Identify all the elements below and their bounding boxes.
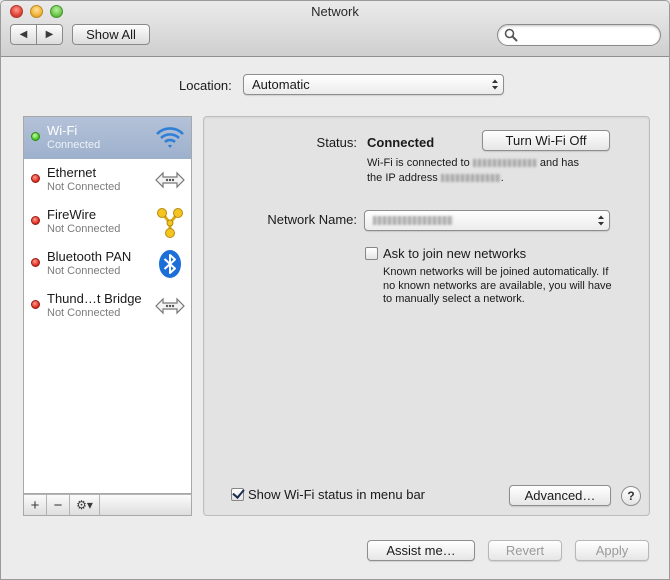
forward-button[interactable]: ▶ <box>37 25 62 44</box>
show-wifi-status-label: Show Wi-Fi status in menu bar <box>248 487 426 502</box>
service-status: Not Connected <box>47 265 121 277</box>
back-forward-control: ◀ ▶ <box>10 24 63 45</box>
service-item-firewire[interactable]: FireWire Not Connected <box>24 201 191 243</box>
service-list: Wi-Fi Connected Ethernet Not Connected F… <box>23 116 192 494</box>
turn-wifi-off-button[interactable]: Turn Wi-Fi Off <box>482 130 610 151</box>
status-value: Connected <box>367 135 435 150</box>
redacted-ip-address <box>440 174 501 183</box>
status-label: Status: <box>316 135 357 150</box>
service-item-bluetooth-pan[interactable]: Bluetooth PAN Not Connected <box>24 243 191 285</box>
show-all-button[interactable]: Show All <box>72 24 150 45</box>
service-status: Connected <box>47 139 101 151</box>
assist-me-button[interactable]: Assist me… <box>367 540 475 561</box>
popup-arrows-icon <box>598 215 604 226</box>
window-title: Network <box>311 4 359 19</box>
back-button[interactable]: ◀ <box>11 25 37 44</box>
gear-icon: ⚙▾ <box>76 498 93 512</box>
back-arrow-icon: ◀ <box>19 29 28 40</box>
network-preferences-window: Network ◀ ▶ Show All Location: Automatic <box>0 0 670 580</box>
ask-to-join-checkbox[interactable] <box>365 247 378 260</box>
service-status: Not Connected <box>47 223 121 235</box>
thunderbolt-bridge-icon <box>155 297 185 315</box>
bluetooth-icon <box>159 250 181 278</box>
location-label: Location: <box>179 78 232 93</box>
apply-button[interactable]: Apply <box>575 540 649 561</box>
advanced-button[interactable]: Advanced… <box>509 485 611 506</box>
location-value: Automatic <box>252 77 310 92</box>
wifi-icon <box>156 127 184 148</box>
firewire-icon <box>157 208 183 238</box>
status-dot-icon <box>31 258 40 267</box>
service-name: Wi-Fi <box>47 123 78 138</box>
connection-info-line1: Wi-Fi is connected to and has <box>367 157 579 169</box>
service-status: Not Connected <box>47 307 121 319</box>
location-select[interactable]: Automatic <box>243 74 504 95</box>
status-dot-icon <box>31 132 40 141</box>
service-item-thunderbolt-bridge[interactable]: Thund…t Bridge Not Connected <box>24 285 191 327</box>
service-item-ethernet[interactable]: Ethernet Not Connected <box>24 159 191 201</box>
show-wifi-status-checkbox[interactable] <box>231 488 244 501</box>
network-name-select[interactable] <box>364 210 610 231</box>
ask-to-join-help-text: Known networks will be joined automatica… <box>383 266 612 305</box>
status-dot-icon <box>31 174 40 183</box>
service-name: FireWire <box>47 207 97 222</box>
ask-to-join-label: Ask to join new networks <box>383 246 527 261</box>
forward-arrow-icon: ▶ <box>45 29 54 40</box>
service-status: Not Connected <box>47 181 121 193</box>
service-name: Bluetooth PAN <box>47 249 132 264</box>
toolbar: Network ◀ ▶ Show All <box>1 1 669 57</box>
status-dot-icon <box>31 216 40 225</box>
gear-menu-button[interactable]: ⚙▾ <box>70 495 100 515</box>
service-name: Ethernet <box>47 165 97 180</box>
redacted-network-name <box>373 216 453 226</box>
service-list-toolbar: + − ⚙▾ <box>23 494 192 516</box>
search-input[interactable] <box>497 24 661 46</box>
service-name: Thund…t Bridge <box>47 291 142 306</box>
help-button[interactable]: ? <box>621 486 641 506</box>
add-service-button[interactable]: + <box>24 495 47 515</box>
redacted-network-name <box>472 159 537 168</box>
connection-info-line2: the IP address . <box>367 172 504 184</box>
revert-button[interactable]: Revert <box>488 540 562 561</box>
ethernet-icon <box>155 171 185 189</box>
remove-service-button[interactable]: − <box>47 495 70 515</box>
search-icon <box>504 28 518 42</box>
service-item-wifi[interactable]: Wi-Fi Connected <box>24 117 191 159</box>
status-dot-icon <box>31 300 40 309</box>
network-name-label: Network Name: <box>267 212 357 227</box>
popup-arrows-icon <box>492 79 498 90</box>
